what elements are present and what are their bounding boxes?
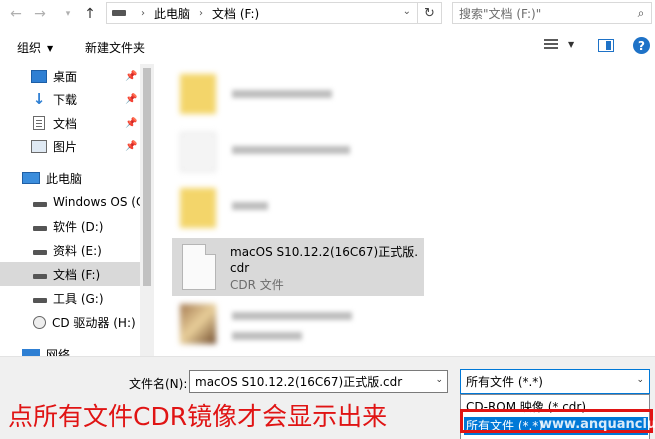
view-caret-down-icon[interactable]: ▼ [568, 40, 574, 49]
breadcrumb-drive-f[interactable]: 文档 (F:) [212, 5, 259, 22]
drive-icon [33, 202, 47, 207]
nav-item-drive-e[interactable]: 资料 (E:) [0, 238, 140, 262]
view-options-icon[interactable] [544, 39, 558, 53]
filename-value: macOS S10.12.2(16C67)正式版.cdr [195, 375, 403, 389]
help-icon[interactable]: ? [633, 37, 650, 54]
search-placeholder: 搜索"文档 (F:)" [459, 6, 542, 21]
chevron-right-icon[interactable]: › [199, 8, 203, 19]
network-icon [22, 348, 40, 356]
pin-icon[interactable]: 📌 [125, 118, 137, 129]
search-input[interactable]: 搜索"文档 (F:)" ⌕ [452, 2, 652, 24]
folder-icon [180, 74, 216, 114]
dialog-footer: 文件名(N): macOS S10.12.2(16C67)正式版.cdr ⌄ 所… [0, 356, 655, 439]
caret-down-icon: ▼ [47, 44, 54, 53]
document-icon [33, 116, 45, 130]
download-icon: ↓ [32, 89, 46, 108]
annotation-text: 点所有文件CDR镜像才会显示出来 [8, 402, 388, 431]
blurred-text [232, 202, 268, 210]
chevron-down-icon[interactable]: ⌄ [403, 6, 411, 17]
pin-icon[interactable]: 📌 [125, 94, 137, 105]
computer-icon [22, 172, 40, 184]
new-folder-button[interactable]: 新建文件夹 [85, 39, 145, 56]
drive-icon [33, 226, 47, 231]
pin-icon[interactable]: 📌 [125, 141, 137, 152]
nav-item-label: Windows OS (C [53, 195, 145, 209]
nav-item-cd-drive-h[interactable]: CD 驱动器 (H:) [0, 310, 140, 334]
recent-chevron-down-icon[interactable]: ▾ [58, 4, 78, 24]
filename-input[interactable]: macOS S10.12.2(16C67)正式版.cdr ⌄ [189, 370, 448, 393]
drive-icon [112, 10, 126, 16]
refresh-icon: ↻ [424, 5, 435, 21]
drive-icon [33, 274, 47, 279]
nav-item-label: 资料 (E:) [53, 243, 102, 258]
file-list: macOS S10.12.2(16C67)正式版.cdr CDR 文件 [156, 64, 655, 356]
forward-arrow-icon[interactable]: → [30, 4, 50, 24]
blurred-text [232, 146, 350, 154]
file-type: CDR 文件 [230, 278, 284, 292]
breadcrumb-this-pc[interactable]: 此电脑 [154, 5, 190, 22]
address-bar[interactable]: › 此电脑 › 文档 (F:) ⌄ ↻ [106, 2, 442, 24]
file-item-blurred[interactable] [172, 126, 422, 184]
back-arrow-icon[interactable]: ← [6, 4, 26, 24]
nav-item-documents[interactable]: 文档 📌 [0, 111, 140, 135]
image-file-icon [180, 304, 216, 344]
file-item-blurred[interactable] [172, 298, 422, 356]
file-name: macOS S10.12.2(16C67)正式版.cdr [230, 245, 419, 275]
nav-item-pictures[interactable]: 图片 📌 [0, 134, 140, 158]
nav-item-drive-g[interactable]: 工具 (G:) [0, 286, 140, 310]
desktop-icon [31, 69, 47, 83]
nav-item-drive-f[interactable]: 文档 (F:) [0, 262, 140, 286]
nav-item-drive-d[interactable]: 软件 (D:) [0, 214, 140, 238]
blurred-text [232, 332, 302, 340]
chevron-down-icon[interactable]: ⌄ [435, 375, 443, 385]
nav-item-label: 网络 [46, 347, 71, 357]
cdr-file-icon [182, 244, 216, 290]
file-item-selected[interactable]: macOS S10.12.2(16C67)正式版.cdr CDR 文件 [172, 238, 424, 296]
chevron-right-icon[interactable]: › [141, 8, 145, 19]
file-icon [180, 132, 216, 172]
nav-item-label: CD 驱动器 (H:) [52, 315, 136, 330]
drive-icon [33, 298, 47, 303]
up-arrow-icon[interactable]: ↑ [80, 4, 100, 24]
organize-label: 组织 [17, 41, 42, 55]
file-type-select[interactable]: 所有文件 (*.*) ⌄ [460, 369, 650, 394]
nav-item-downloads[interactable]: ↓ 下载 📌 [0, 87, 140, 111]
picture-icon [31, 139, 47, 153]
nav-item-drive-c[interactable]: Windows OS (C [0, 190, 144, 214]
nav-item-label: 下载 [53, 92, 78, 107]
toolbar: 组织 ▼ 新建文件夹 ▼ ? [0, 30, 655, 64]
nav-item-label: 桌面 [53, 69, 78, 84]
file-type-selected: 所有文件 (*.*) [466, 375, 543, 389]
watermark-text: www.anquanclub.cn [540, 417, 655, 432]
pin-icon[interactable]: 📌 [125, 71, 137, 82]
blurred-text [232, 312, 352, 320]
chevron-down-icon: ⌄ [636, 375, 644, 385]
nav-item-label: 文档 (F:) [53, 267, 101, 282]
address-row: ← → ▾ ↑ › 此电脑 › 文档 (F:) ⌄ ↻ 搜索"文档 (F:)" … [0, 0, 655, 28]
nav-item-label: 此电脑 [46, 171, 83, 186]
drive-icon [33, 250, 47, 255]
navigation-pane: 桌面 📌 ↓ 下载 📌 文档 📌 图片 📌 此电脑 Windows OS (C … [0, 64, 154, 356]
folder-icon [180, 188, 216, 228]
nav-scrollbar[interactable] [140, 64, 154, 356]
file-item-blurred[interactable] [172, 68, 422, 126]
filename-label: 文件名(N): [129, 377, 188, 391]
cd-drive-icon [33, 315, 46, 329]
nav-item-network[interactable]: 网络 [0, 342, 140, 356]
nav-scrollbar-thumb[interactable] [143, 68, 151, 286]
nav-item-label: 软件 (D:) [53, 219, 104, 234]
nav-item-label: 图片 [53, 139, 78, 154]
refresh-button[interactable]: ↻ [417, 3, 441, 23]
search-icon: ⌕ [637, 5, 645, 20]
nav-item-label: 文档 [53, 116, 78, 131]
nav-item-this-pc[interactable]: 此电脑 [0, 166, 140, 190]
organize-button[interactable]: 组织 ▼ [17, 39, 53, 56]
file-item-blurred[interactable] [172, 182, 422, 240]
blurred-text [232, 90, 332, 98]
nav-item-label: 工具 (G:) [53, 291, 104, 306]
nav-item-desktop[interactable]: 桌面 📌 [0, 64, 140, 88]
preview-pane-icon[interactable] [598, 39, 614, 52]
